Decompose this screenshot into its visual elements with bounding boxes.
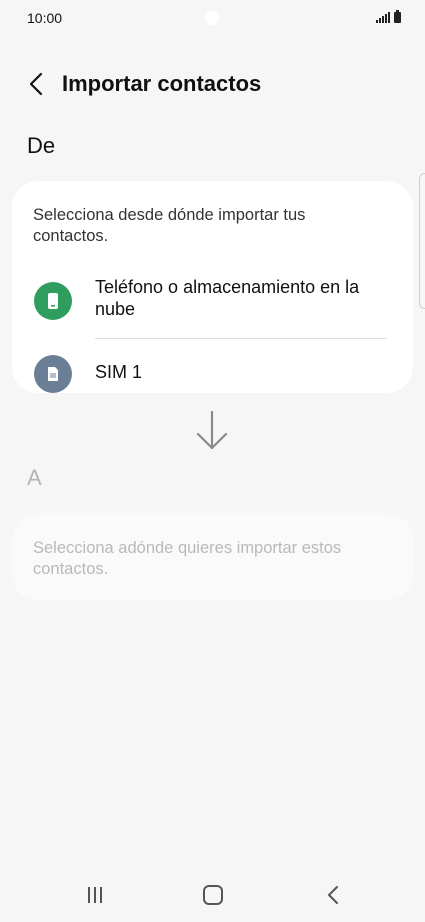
option-sim-1[interactable]: SIM 1: [12, 347, 413, 393]
divider: [95, 338, 387, 339]
status-time: 10:00: [27, 10, 63, 26]
option-phone-or-cloud[interactable]: Teléfono o almacenamiento en la nube: [12, 276, 413, 338]
home-button[interactable]: [193, 882, 233, 908]
chevron-left-icon: [29, 72, 43, 96]
to-heading: A: [27, 465, 42, 490]
battery-icon: [394, 10, 401, 23]
recents-button[interactable]: [75, 882, 115, 908]
camera-cutout: [205, 11, 219, 25]
home-icon: [203, 885, 223, 905]
from-description: Selecciona desde dónde importar tus cont…: [33, 206, 306, 245]
recents-icon: [88, 887, 102, 903]
from-heading: De: [27, 133, 56, 158]
navigation-bar: [0, 868, 425, 922]
arrow-down-icon: [196, 410, 228, 450]
phone-icon: [34, 282, 72, 320]
to-card: Selecciona adónde quieres importar estos…: [12, 513, 413, 600]
to-description: Selecciona adónde quieres importar estos…: [33, 539, 342, 578]
status-bar: 10:00: [0, 0, 425, 38]
nav-back-button[interactable]: [313, 882, 353, 908]
page-title: Importar contactos: [62, 71, 262, 96]
sim-card-icon: [34, 355, 72, 393]
scrollbar[interactable]: [419, 173, 425, 309]
status-icons: [376, 10, 401, 23]
back-icon: [328, 886, 338, 904]
signal-icon: [376, 12, 390, 23]
back-button[interactable]: [22, 66, 50, 102]
option-sim-label: SIM 1: [95, 362, 143, 382]
from-card: Selecciona desde dónde importar tus cont…: [12, 181, 413, 393]
header: Importar contactos: [0, 62, 425, 106]
option-phone-label: Teléfono o almacenamiento en la nube: [95, 277, 360, 319]
